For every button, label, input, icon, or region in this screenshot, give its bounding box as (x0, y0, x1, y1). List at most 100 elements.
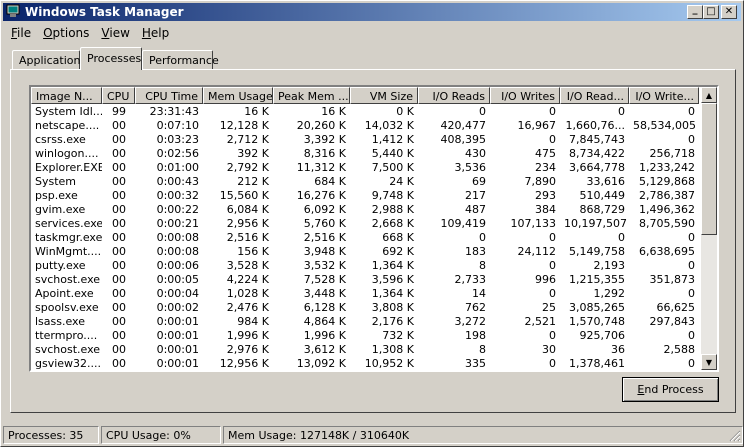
menu-file[interactable]: File (5, 24, 37, 42)
table-row[interactable]: System Idl... 99 23:31:43 16 K 16 K 0 K 0 0 0 0 (31, 105, 699, 119)
table-row[interactable]: ttermpro.... 00 0:00:01 1,996 K 1,996 K 732 K… (31, 329, 699, 343)
cell-io-writes: 0 (549, 357, 556, 370)
process-list[interactable]: Image N... CPU CPU Time Mem Usage Peak Mem .… (29, 85, 719, 372)
title-bar[interactable]: Windows Task Manager _ □ ✕ (3, 3, 741, 21)
cell-cpu: 00 (112, 203, 126, 216)
cell-vm-size: 9,748 K (371, 189, 414, 202)
cell-cpu-time: 0:00:06 (156, 259, 199, 272)
cell-cpu-time: 0:00:43 (156, 175, 199, 188)
resize-grip-icon[interactable] (729, 430, 741, 442)
table-row[interactable]: winlogon.... 00 0:02:56 392 K 8,316 K 5,440 K… (31, 147, 699, 161)
cell-cpu: 00 (112, 217, 126, 230)
cell-mem-usage: 6,084 K (226, 203, 269, 216)
cell-vm-size: 1,412 K (371, 133, 414, 146)
column-header-vm-size[interactable]: VM Size (350, 87, 418, 104)
table-row[interactable]: netscape.... 00 0:07:10 12,128 K 20,260 K 14,… (31, 119, 699, 133)
cell-io-read-bytes: 8,734,422 (569, 147, 625, 160)
end-process-button[interactable]: End Process (622, 377, 719, 402)
cell-io-writes: 475 (535, 147, 556, 160)
table-row[interactable]: WinMgmt.... 00 0:00:08 156 K 3,948 K 692 K 183… (31, 245, 699, 259)
cell-cpu: 00 (112, 189, 126, 202)
column-header-io-read-bytes[interactable]: I/O Read... (560, 87, 629, 104)
cell-mem-usage: 16 K (244, 105, 269, 118)
cell-mem-usage: 12,128 K (219, 119, 269, 132)
cell-cpu: 00 (112, 231, 126, 244)
table-row[interactable]: taskmgr.exe 00 0:00:08 2,516 K 2,516 K 668 K0… (31, 231, 699, 245)
column-header-image-name[interactable]: Image N... (31, 87, 102, 104)
maximize-icon: □ (706, 6, 716, 17)
table-row[interactable]: csrss.exe 00 0:03:23 2,712 K 3,392 K 1,412 K4… (31, 133, 699, 147)
cell-io-reads: 14 (472, 287, 486, 300)
cell-io-writes: 16,967 (517, 119, 557, 132)
table-row[interactable]: Apoint.exe 00 0:00:04 1,028 K 3,448 K 1,364 K… (31, 287, 699, 301)
table-row[interactable]: gvim.exe 00 0:00:22 6,084 K 6,092 K 2,988 K 48… (31, 203, 699, 217)
cell-io-write-bytes: 0 (688, 287, 695, 300)
menu-options[interactable]: Options (37, 24, 95, 42)
tab-applications[interactable]: Applications (12, 50, 86, 69)
cell-io-reads: 69 (472, 175, 486, 188)
minimize-button[interactable]: _ (687, 5, 703, 19)
column-header-io-writes[interactable]: I/O Writes (490, 87, 560, 104)
cell-peak-mem: 4,864 K (303, 315, 346, 328)
table-row[interactable]: services.exe 00 0:00:21 2,956 K 5,760 K 2,668… (31, 217, 699, 231)
cell-io-writes: 0 (549, 329, 556, 342)
cell-mem-usage: 392 K (237, 147, 269, 160)
cell-peak-mem: 3,612 K (303, 343, 346, 356)
column-header-cpu-time[interactable]: CPU Time (135, 87, 203, 104)
cell-io-writes: 0 (549, 231, 556, 244)
scroll-up-button[interactable]: ▲ (701, 87, 717, 103)
table-row[interactable]: svchost.exe 00 0:00:05 4,224 K 7,528 K 3,596 … (31, 273, 699, 287)
cell-image-name: WinMgmt.... (35, 245, 102, 258)
column-header-io-reads[interactable]: I/O Reads (418, 87, 490, 104)
table-row[interactable]: svchost.exe 00 0:00:01 2,976 K 3,612 K 1,308 … (31, 343, 699, 357)
table-row[interactable]: Explorer.EXE 00 0:01:00 2,792 K 11,312 K 7,50… (31, 161, 699, 175)
menu-help[interactable]: Help (136, 24, 175, 42)
tab-processes[interactable]: Processes (80, 47, 142, 70)
cell-io-read-bytes: 1,292 (593, 287, 626, 300)
cell-io-read-bytes: 868,729 (579, 203, 626, 216)
table-row[interactable]: lsass.exe 00 0:00:01 984 K 4,864 K 2,176 K 3,2… (31, 315, 699, 329)
cell-cpu-time: 0:00:08 (156, 245, 199, 258)
cell-cpu: 00 (112, 133, 126, 146)
tab-performance[interactable]: Performance (142, 50, 219, 69)
column-header-cpu[interactable]: CPU (102, 87, 135, 104)
cell-io-reads: 335 (465, 357, 486, 370)
cell-mem-usage: 2,792 K (226, 161, 269, 174)
cell-vm-size: 732 K (382, 329, 414, 342)
table-row[interactable]: System 00 0:00:43 212 K 684 K 24 K 69 7,890 33,6… (31, 175, 699, 189)
cell-mem-usage: 2,976 K (226, 343, 269, 356)
task-manager-window: Windows Task Manager _ □ ✕ File Options … (0, 0, 744, 447)
menu-view[interactable]: View (95, 24, 135, 42)
table-row[interactable]: putty.exe 00 0:00:06 3,528 K 3,532 K 1,364 K8… (31, 259, 699, 273)
cell-io-read-bytes: 5,149,758 (569, 245, 625, 258)
column-header-mem-usage[interactable]: Mem Usage (203, 87, 273, 104)
table-row[interactable]: gsview32.... 00 0:00:01 12,956 K 13,092 K 10,… (31, 357, 699, 370)
cell-cpu: 00 (112, 329, 126, 342)
cell-peak-mem: 8,316 K (303, 147, 346, 160)
table-row[interactable]: psp.exe 00 0:00:32 15,560 K 16,276 K 9,748 K 2… (31, 189, 699, 203)
cell-cpu-time: 0:00:01 (156, 315, 199, 328)
column-header-peak-mem[interactable]: Peak Mem ... (273, 87, 350, 104)
task-manager-icon (6, 4, 20, 18)
vertical-scrollbar[interactable]: ▲ ▼ (701, 87, 717, 370)
cell-image-name: Apoint.exe (35, 287, 94, 300)
cell-io-reads: 762 (465, 301, 486, 314)
scroll-down-button[interactable]: ▼ (701, 354, 717, 370)
table-row[interactable]: spoolsv.exe 00 0:00:02 2,476 K 6,128 K 3,808 … (31, 301, 699, 315)
cell-io-read-bytes: 1,378,461 (569, 357, 625, 370)
cell-cpu: 00 (112, 245, 126, 258)
maximize-button[interactable]: □ (703, 5, 719, 19)
close-button[interactable]: ✕ (721, 5, 737, 19)
cell-io-write-bytes: 0 (688, 231, 695, 244)
cell-vm-size: 692 K (382, 245, 414, 258)
cell-cpu-time: 0:00:01 (156, 329, 199, 342)
cell-vm-size: 14,032 K (364, 119, 414, 132)
scroll-thumb[interactable] (701, 103, 717, 235)
cell-io-write-bytes: 0 (688, 357, 695, 370)
cell-image-name: services.exe (35, 217, 102, 230)
cell-io-read-bytes: 3,664,778 (569, 161, 625, 174)
cell-io-reads: 408,395 (440, 133, 487, 146)
column-header-io-write-bytes[interactable]: I/O Write... (629, 87, 699, 104)
cell-image-name: netscape.... (35, 119, 100, 132)
status-bar: Processes: 35 CPU Usage: 0% Mem Usage: 1… (3, 426, 743, 444)
